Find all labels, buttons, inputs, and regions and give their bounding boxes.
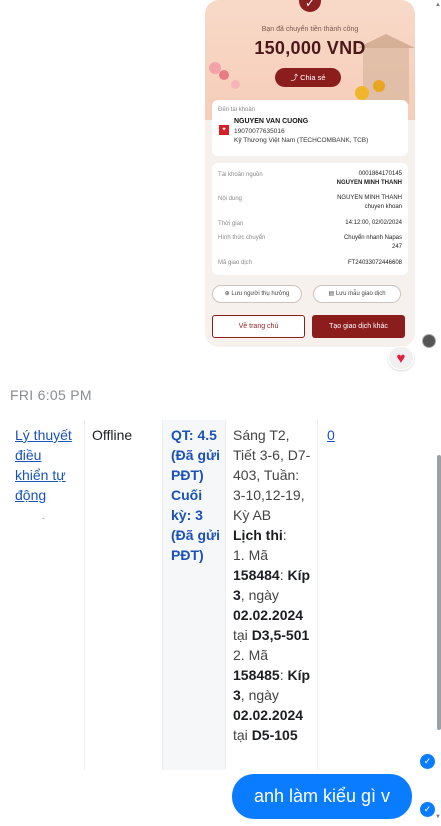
message-timestamp: FRI 6:05 PM	[10, 387, 92, 403]
table-cell-count: 0	[318, 420, 368, 770]
transfer-receipt-image[interactable]: ✓ Bạn đã chuyển tiền thành công 150,000 …	[205, 0, 415, 347]
scrollbar-thumb[interactable]	[437, 455, 441, 730]
exam-code: 158485	[233, 667, 280, 683]
exam-room: D5-105	[251, 727, 298, 743]
share-label: Chia sẻ	[300, 73, 326, 82]
detail-label: Tài khoản nguồn	[218, 172, 263, 178]
receipt-subtitle: Bạn đã chuyển tiền thành công	[261, 26, 359, 33]
exam-room-prefix: tại	[233, 727, 252, 743]
detail-label: Thời gian	[218, 221, 244, 227]
save-template-label: Lưu mẫu giao dịch	[335, 291, 386, 297]
exam-date: 02.02.2024	[233, 607, 304, 623]
avatar[interactable]	[422, 334, 436, 348]
exam-code: 158484	[233, 567, 280, 583]
outgoing-message-bubble[interactable]: anh làm kiểu gì v	[232, 774, 412, 819]
detail-label: Mã giao dịch	[218, 260, 253, 266]
exam-date-prefix: , ngày	[240, 687, 279, 703]
schedule-text: Sáng T2, Tiết 3-6, D7-403, Tuần: 3-10,12…	[233, 427, 311, 743]
exam-sep: :	[279, 567, 288, 583]
table-cell-mode: Offline	[85, 420, 162, 770]
grades-line: QT: 4.5	[171, 427, 217, 443]
detail-value: NGUYEN MINH THANH	[336, 180, 402, 186]
exam-title: Lịch thi	[233, 527, 283, 543]
person-icon: ⊕	[224, 291, 230, 297]
course-link[interactable]: Lý thuyết điều khiển tự động	[15, 425, 77, 505]
detail-label: Nội dung	[218, 196, 243, 202]
new-transaction-button: Tạo giao dịch khác	[312, 315, 405, 338]
detail-value: FT24033072446608	[347, 260, 402, 266]
save-template-pill: ▤ Lưu mẫu giao dịch	[313, 285, 401, 303]
details-box: Tài khoản nguồn 0001864170145 NGUYEN MIN…	[212, 163, 408, 275]
count-link[interactable]: 0	[327, 425, 335, 445]
course-table-message: Lý thuyết điều khiển tự động - Offline Q…	[8, 420, 368, 770]
grades-line: Cuối	[171, 487, 203, 503]
detail-value: NGUYEN MINH THANH	[337, 195, 402, 201]
scroll-up-icon[interactable]: ▲	[435, 2, 441, 8]
detail-value: chuyen khoan	[364, 204, 402, 210]
grades-line: (Đã gửi	[171, 527, 221, 543]
table-cell-grades: QT: 4.5 (Đã gửi PĐT) Cuối kỳ: 3 (Đã gửi …	[163, 420, 225, 770]
grades-line: (Đã gửi	[171, 447, 221, 463]
detail-value: Chuyển nhanh Napas	[343, 235, 402, 241]
chat-view: ✓ Bạn đã chuyển tiền thành công 150,000 …	[0, 0, 441, 826]
success-check-icon: ✓	[299, 0, 321, 12]
table-cell-course: Lý thuyết điều khiển tự động -	[8, 420, 84, 770]
detail-value: 247	[391, 244, 402, 250]
grades-text: QT: 4.5 (Đã gửi PĐT) Cuối kỳ: 3 (Đã gửi …	[171, 425, 223, 565]
exam-room-prefix: tại	[233, 627, 252, 643]
exam-sep: :	[279, 667, 288, 683]
grades-line: PĐT)	[171, 467, 204, 483]
grades-line: PĐT)	[171, 547, 204, 563]
table-cell-schedule: Sáng T2, Tiết 3-6, D7-403, Tuần: 3-10,12…	[226, 420, 317, 770]
home-button: Về trang chủ	[212, 315, 305, 338]
exam-room: D3,5-501	[251, 627, 310, 643]
detail-label: Hình thức chuyển	[218, 235, 266, 241]
recipient-bank: Kỹ Thương Việt Nam (TECHCOMBANK, TCB)	[234, 137, 369, 144]
exam-date-prefix: , ngày	[240, 587, 279, 603]
seen-check-icon: ✓	[420, 754, 435, 769]
exam-prefix: 2. Mã	[233, 647, 269, 663]
mode-text: Offline	[92, 427, 133, 443]
scroll-down-icon[interactable]: ▼	[435, 814, 441, 820]
exam-date: 02.02.2024	[233, 707, 304, 723]
heart-icon[interactable]: ♥	[388, 346, 414, 370]
divider: -	[42, 513, 45, 523]
recipient-box: Đến tài khoản ✦ NGUYEN VAN CUONG 1907007…	[212, 100, 408, 156]
exam-prefix: 1. Mã	[233, 547, 269, 563]
recipient-label: Đến tài khoản	[218, 107, 256, 113]
grades-line: kỳ: 3	[171, 507, 203, 523]
template-icon: ▤	[328, 291, 335, 297]
recipient-name: NGUYEN VAN CUONG	[234, 118, 309, 125]
recipient-account: 19070077635016	[234, 128, 285, 135]
save-recipient-label: Lưu người thụ hưởng	[231, 291, 290, 297]
bank-logo-icon: ✦	[219, 125, 229, 135]
detail-value: 14:12:00, 02/02/2024	[345, 220, 402, 226]
share-button: ⤴ Chia sẻ	[275, 68, 341, 87]
receipt-amount: 150,000 VND	[254, 38, 366, 58]
delivered-check-icon: ✓	[420, 802, 435, 817]
save-recipient-pill: ⊕ Lưu người thụ hưởng	[212, 285, 302, 303]
detail-value: 0001864170145	[358, 171, 402, 177]
schedule-line: Sáng T2, Tiết 3-6, D7-403, Tuần: 3-10,12…	[233, 427, 311, 523]
